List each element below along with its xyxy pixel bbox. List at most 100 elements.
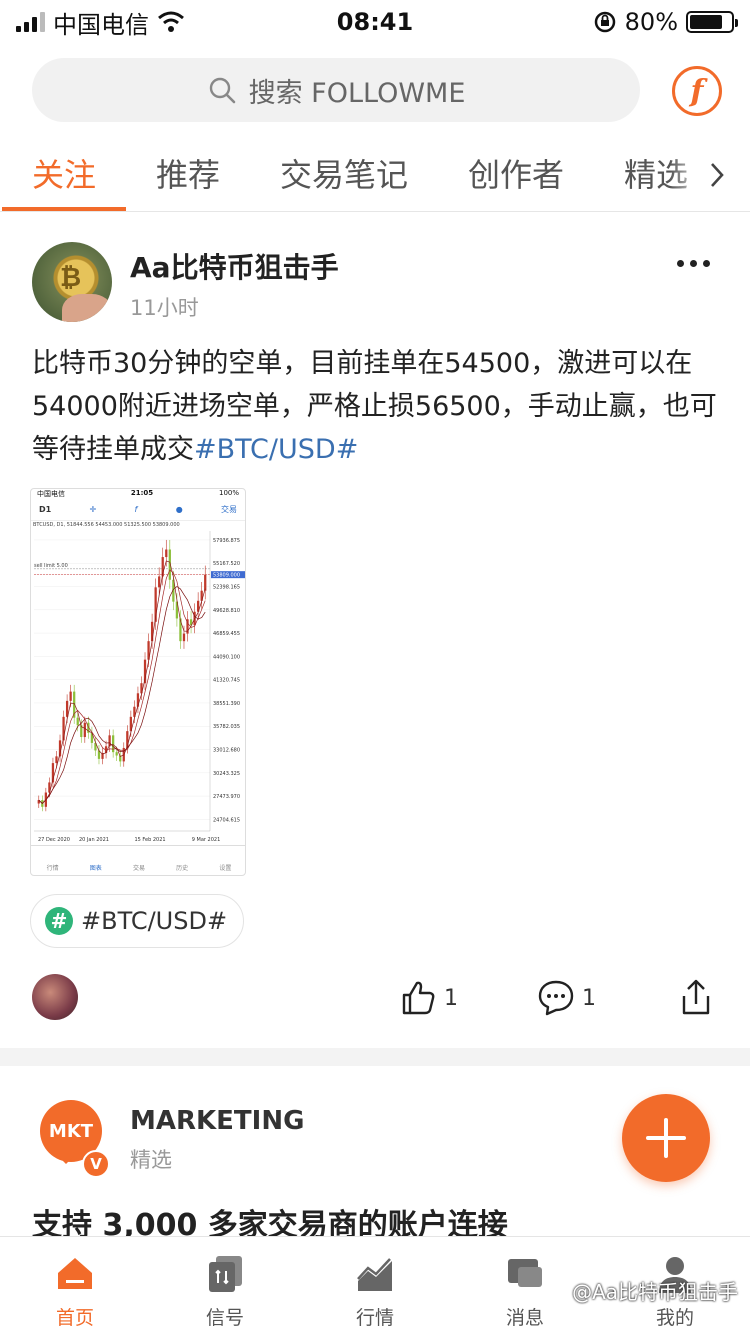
y-tick-label: 52398.165: [213, 585, 240, 591]
mini-nav-quotes: 行情: [46, 865, 59, 872]
candle-body: [83, 722, 86, 738]
y-tick-label: 55167.520: [213, 561, 240, 567]
hashtag-chip-label: #BTC/USD#: [81, 907, 228, 935]
candle-body: [204, 574, 207, 591]
mini-time: 21:05: [130, 489, 154, 497]
nav-home-label: 首页: [55, 1307, 94, 1329]
sell-limit-label: sell limit 5.00: [34, 563, 68, 569]
mini-battery: 100%: [218, 489, 239, 497]
market-icon: [357, 1258, 392, 1291]
y-tick-label: 38551.390: [213, 701, 240, 707]
y-tick-label: 49628.810: [213, 608, 240, 614]
brand-glyph: f: [690, 73, 704, 109]
hashtag-chip[interactable]: # #BTC/USD#: [30, 894, 245, 948]
search-row: 搜索 FOLLOWME f: [32, 58, 722, 122]
y-tick-label: 30243.325: [213, 771, 240, 777]
comment-count: 1: [582, 985, 596, 1011]
candle-body: [158, 576, 161, 588]
tab-following[interactable]: 关注: [32, 150, 96, 196]
y-tick-label: 33012.680: [213, 748, 240, 754]
chevron-right-icon[interactable]: [708, 160, 726, 190]
home-icon: [58, 1258, 92, 1289]
like-button[interactable]: 1: [398, 978, 458, 1018]
mini-nav-history: 历史: [176, 865, 189, 872]
avatar[interactable]: ₿: [32, 242, 112, 322]
indicator-icon: f: [134, 505, 138, 514]
mini-carrier: 中国电信: [37, 490, 65, 498]
x-tick-label: 27 Dec 2020: [38, 837, 70, 843]
search-placeholder: 搜索 FOLLOWME: [248, 77, 466, 109]
liker-avatar[interactable]: [32, 974, 78, 1020]
y-tick-label: 24704.615: [213, 817, 240, 823]
candlestick-chart: sell limit 5.00 57936.875 55167.520 53809.…: [32, 527, 245, 845]
verified-badge-text: V: [90, 1155, 102, 1173]
like-count: 1: [444, 985, 458, 1011]
comment-icon: [538, 980, 574, 1016]
crosshair-icon: ✛: [89, 505, 97, 514]
x-tick-label: 20 Jan 2021: [79, 837, 109, 843]
post2-author[interactable]: MARKETING: [130, 1106, 304, 1136]
candle-body: [55, 756, 58, 764]
search-input[interactable]: 搜索 FOLLOWME: [32, 58, 640, 122]
y-tick-label: 35782.035: [213, 724, 240, 730]
mini-status-bar: 中国电信 21:05 100%: [31, 489, 245, 499]
post-text: 比特币30分钟的空单，目前挂单在54500，激进可以在54000附近进场空单，严…: [32, 348, 717, 465]
battery-icon: [686, 11, 738, 33]
battery-percent: 80%: [624, 8, 678, 36]
search-icon: [209, 77, 235, 104]
mini-timeframe: D1: [39, 505, 52, 514]
tab-creators[interactable]: 创作者: [468, 150, 564, 196]
nav-messages-label: 消息: [505, 1307, 544, 1329]
wifi-icon: [158, 11, 184, 32]
mini-nav-chart: 图表: [89, 865, 102, 872]
message-icon: [508, 1259, 542, 1287]
carrier-label: 中国电信: [53, 10, 149, 39]
verified-badge-icon: V: [82, 1150, 110, 1178]
status-bar: 中国电信 08:41 80%: [0, 0, 750, 44]
candle-body: [165, 549, 168, 558]
hashtag-icon: #: [45, 907, 73, 935]
hand-shape: [62, 294, 112, 322]
add-post-button[interactable]: [622, 1094, 710, 1182]
y-tick-label: 46859.455: [213, 631, 240, 637]
y-tick-label: 44090.100: [213, 654, 240, 660]
comment-button[interactable]: 1: [536, 978, 596, 1018]
y-tick-label: 57936.875: [213, 538, 240, 544]
nav-profile-label: 我的: [655, 1307, 694, 1329]
tab-trading-notes[interactable]: 交易笔记: [280, 150, 408, 196]
nav-market[interactable]: 行情: [300, 1237, 450, 1334]
signal-strength-icon: [16, 12, 45, 32]
more-options-icon[interactable]: [677, 260, 710, 267]
mini-bottom-nav: 行情 图表 交易 历史 设置: [31, 845, 245, 875]
candle-body: [115, 752, 118, 756]
followme-logo-icon[interactable]: f: [672, 66, 722, 116]
post-image[interactable]: 中国电信 21:05 100% D1 ✛ f ● 交易 BTCUSD, D1, …: [30, 488, 246, 876]
nav-signals[interactable]: 信号: [150, 1237, 300, 1334]
thumbs-up-icon: [402, 981, 435, 1015]
mini-toolbar: D1 ✛ f ● 交易: [31, 499, 245, 521]
post-actions: 1 1: [0, 972, 750, 1024]
nav-market-label: 行情: [355, 1307, 394, 1329]
inline-hashtag-link[interactable]: #BTC/USD#: [194, 434, 358, 465]
candle-body: [69, 691, 72, 701]
candle-body: [76, 717, 79, 726]
bitcoin-coin-icon: ₿: [60, 263, 82, 293]
rotation-lock-icon: [594, 11, 615, 33]
watermark: @Aa比特币狙击手: [572, 1280, 738, 1304]
post2-subtitle: 精选: [130, 1148, 172, 1172]
nav-home[interactable]: 首页: [0, 1237, 150, 1334]
share-button[interactable]: [676, 978, 716, 1018]
nav-signals-label: 信号: [205, 1307, 244, 1329]
candle-body: [182, 633, 186, 642]
y-tick-label: 41320.745: [213, 678, 240, 684]
post-time: 11小时: [130, 296, 199, 320]
share-icon: [682, 979, 710, 1015]
post-body: 比特币30分钟的空单，目前挂单在54500，激进可以在54000附近进场空单，严…: [32, 342, 718, 471]
x-tick-label: 9 Mar 2021: [192, 837, 221, 843]
tab-recommended[interactable]: 推荐: [156, 150, 220, 196]
candle-body: [150, 621, 154, 642]
mini-nav-settings: 设置: [219, 865, 232, 872]
objects-icon: ●: [175, 505, 183, 514]
x-tick-label: 15 Feb 2021: [134, 837, 165, 843]
post-author[interactable]: Aa比特币狙击手: [130, 246, 339, 286]
